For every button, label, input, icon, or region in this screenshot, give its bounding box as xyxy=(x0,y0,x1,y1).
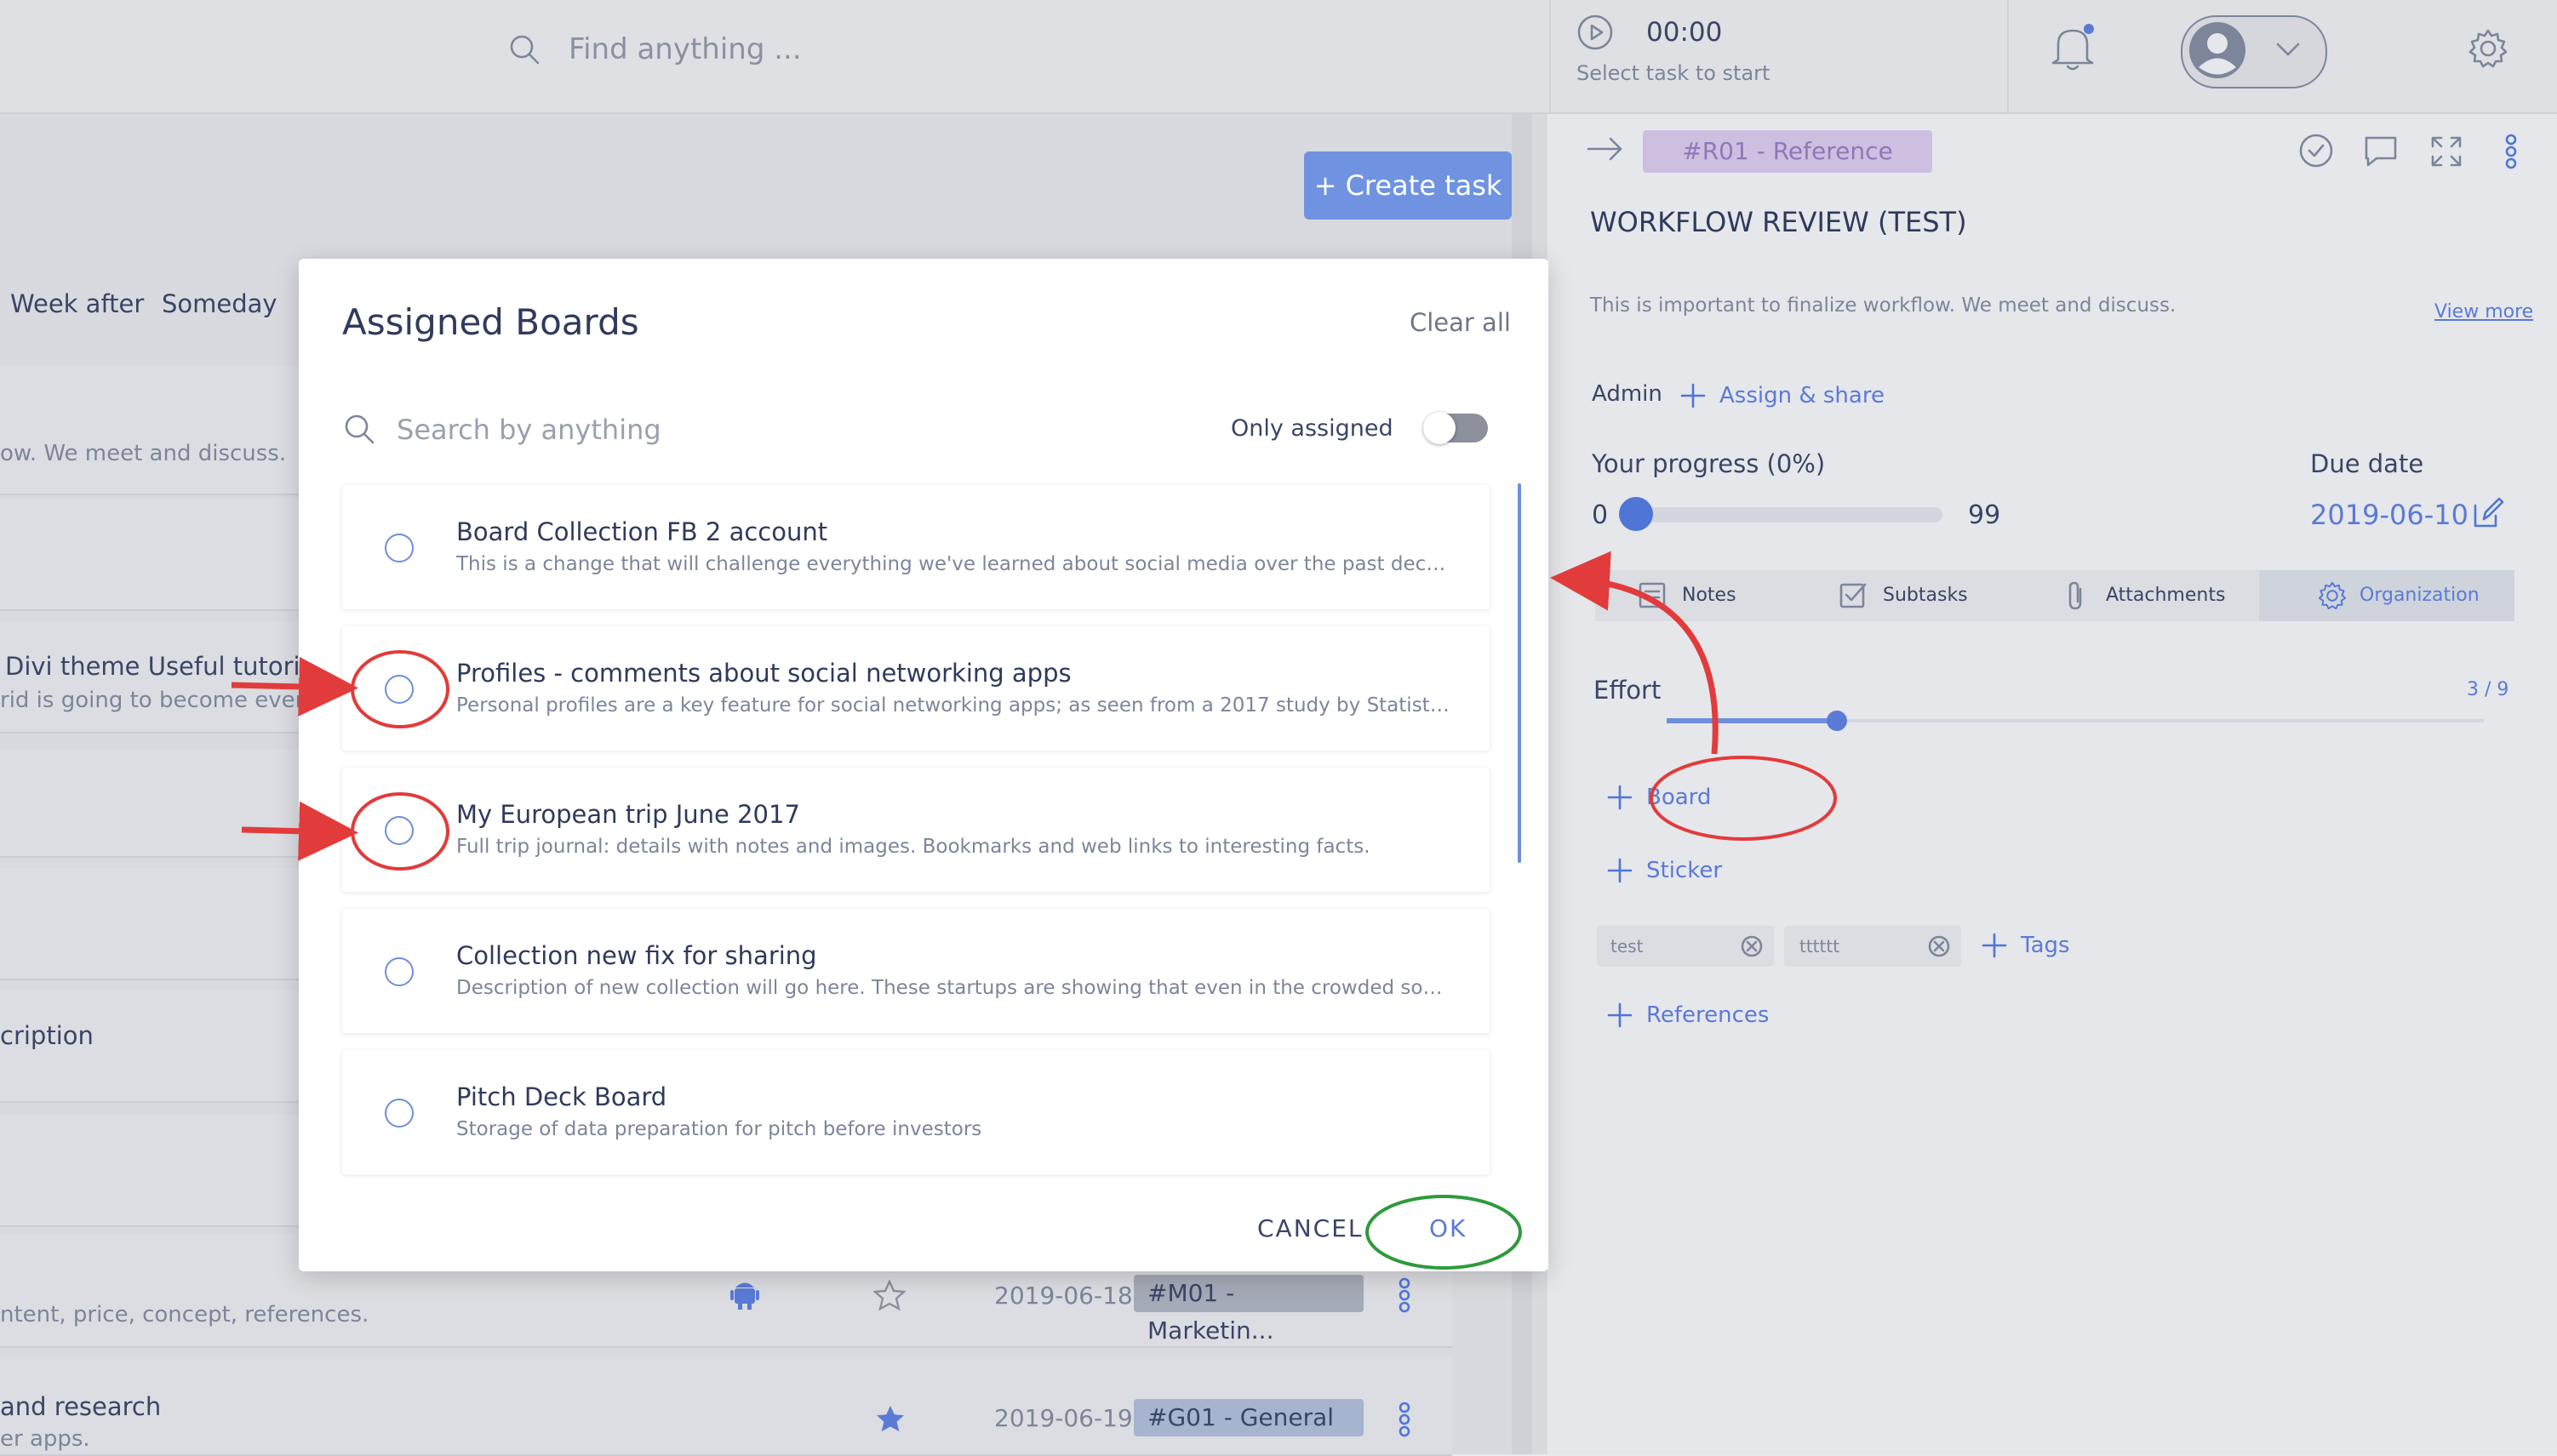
annotation-circle xyxy=(351,650,449,728)
annotation-arrow xyxy=(231,656,358,717)
annotation-ok-ellipse xyxy=(1365,1195,1522,1270)
annotation-arrow xyxy=(241,801,358,861)
annotation-overlay xyxy=(231,551,1837,1270)
annotation-curved-arrow xyxy=(1550,551,1719,755)
annotation-circle xyxy=(351,792,449,871)
annotation-ellipse xyxy=(1650,756,1837,841)
